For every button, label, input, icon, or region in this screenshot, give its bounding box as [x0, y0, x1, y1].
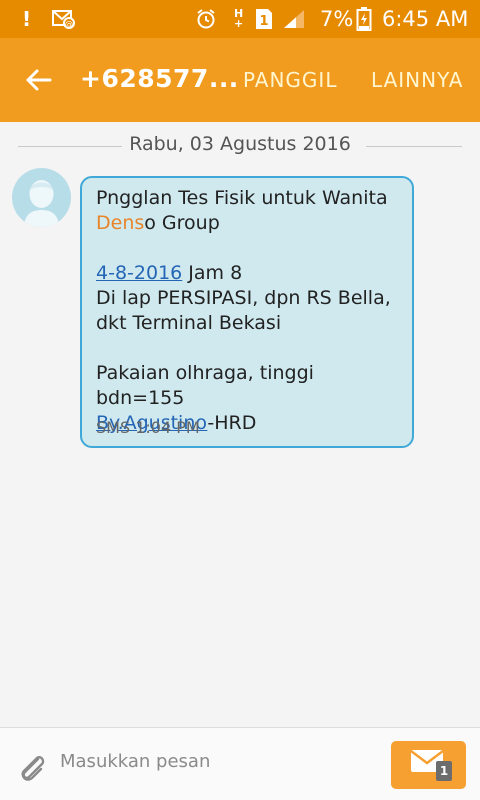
battery-percent: 7% — [320, 7, 354, 31]
sim-badge: 1 — [436, 761, 452, 781]
message-bubble[interactable]: Pngglan Tes Fisik untuk Wanita Denso Gro… — [80, 176, 414, 448]
message-line: Pakaian olhraga, tinggi bdn=155 — [96, 362, 314, 409]
back-arrow-icon — [26, 69, 52, 91]
svg-text:1: 1 — [259, 14, 268, 29]
status-bar: ! @ H + 1 7% 6:45 AM — [0, 0, 480, 38]
send-mail-icon — [410, 750, 444, 772]
date-link[interactable]: 4-8-2016 — [96, 262, 182, 284]
highlighted-text: Dens — [96, 212, 145, 234]
more-button[interactable]: LAINNYA — [371, 68, 463, 92]
message-line: Di lap PERSIPASI, dpn RS Bella, — [96, 287, 391, 309]
attach-button[interactable] — [14, 750, 50, 786]
contact-title: +628577... — [80, 64, 239, 93]
app-bar: +628577... PANGGIL LAINNYA — [0, 38, 480, 122]
message-body: Pngglan Tes Fisik untuk Wanita Denso Gro… — [96, 186, 406, 436]
back-button[interactable] — [16, 58, 60, 102]
svg-text:@: @ — [65, 20, 73, 29]
alert-icon: ! — [22, 7, 32, 31]
signal-strength-icon — [282, 0, 306, 38]
conversation-date: Rabu, 03 Agustus 2016 — [129, 133, 351, 155]
send-button[interactable]: 1 — [391, 741, 466, 789]
message-line: 4-8-2016 Jam 8 — [96, 262, 243, 284]
network-type-indicator: H + — [234, 7, 244, 30]
message-line: Denso Group — [96, 212, 220, 234]
message-input[interactable] — [60, 744, 380, 778]
paperclip-icon — [21, 756, 45, 781]
alarm-icon — [195, 0, 217, 38]
composer-bar: 1 — [0, 727, 480, 800]
message-line: dkt Terminal Bekasi — [96, 312, 282, 334]
battery-charging-icon — [356, 0, 372, 38]
person-icon — [24, 180, 59, 227]
email-notification-icon: @ — [52, 0, 76, 38]
call-button[interactable]: PANGGIL — [243, 68, 337, 92]
sim-card-icon: 1 — [254, 0, 274, 38]
message-line: Pngglan Tes Fisik untuk Wanita — [96, 187, 388, 209]
message-timestamp: SMS 1:04 PM — [96, 418, 200, 437]
contact-avatar[interactable] — [12, 168, 71, 227]
date-divider: Rabu, 03 Agustus 2016 — [0, 132, 480, 160]
divider-line — [366, 146, 462, 147]
clock: 6:45 AM — [382, 7, 469, 31]
